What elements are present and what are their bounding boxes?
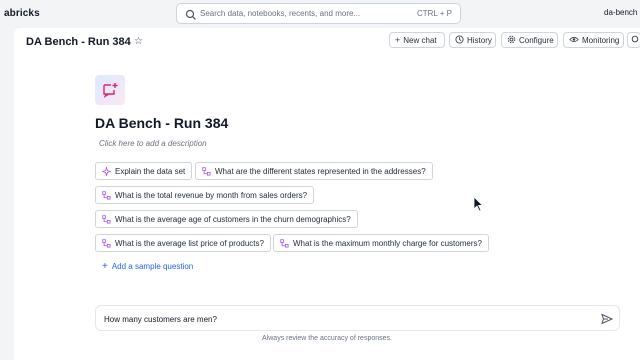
flow-icon — [102, 190, 111, 200]
new-chat-label: New chat — [403, 35, 437, 45]
sample-question-chip[interactable]: What are the different states represente… — [195, 162, 433, 180]
page-title: DA Bench - Run 384 — [26, 36, 131, 48]
sample-question-label: What is the total revenue by month from … — [115, 190, 308, 200]
flow-icon — [102, 214, 111, 224]
flow-icon — [102, 238, 111, 248]
sample-question-chip[interactable]: What is the average list price of produc… — [95, 234, 271, 252]
sample-question-chip[interactable]: What is the maximum monthly charge for c… — [273, 234, 489, 252]
configure-label: Configure — [519, 35, 554, 45]
search-shortcut: CTRL + P — [416, 9, 452, 18]
gear-icon — [507, 35, 516, 46]
send-icon[interactable] — [601, 312, 614, 330]
flow-icon — [280, 238, 289, 248]
chat-input[interactable]: How many customers are men? — [95, 305, 620, 331]
space-avatar — [95, 75, 125, 105]
sample-question-label: Explain the data set — [115, 166, 186, 176]
history-button[interactable]: History — [449, 32, 496, 48]
settings-icon — [631, 35, 639, 45]
search-icon — [185, 8, 197, 20]
plus-icon: + — [102, 260, 108, 272]
history-label: History — [467, 35, 492, 45]
sample-question-label: What is the maximum monthly charge for c… — [293, 238, 482, 248]
top-bar: abricks Search data, notebooks, recents,… — [0, 0, 640, 28]
sample-question-label: What is the average age of customers in … — [115, 214, 351, 224]
sample-question-chip[interactable]: Explain the data set — [95, 162, 193, 180]
description-placeholder[interactable]: Click here to add a description — [99, 139, 207, 148]
favorite-star-icon[interactable]: ☆ — [134, 36, 143, 47]
sample-question-label: What are the different states represente… — [215, 166, 426, 176]
mouse-pointer-icon — [473, 196, 484, 217]
disclaimer-text: Always review the accuracy of responses. — [262, 335, 392, 342]
main-content: DA Bench - Run 384 ☆ + New chat History … — [14, 28, 640, 360]
chat-input-value[interactable]: How many customers are men? — [104, 315, 217, 324]
history-icon — [455, 34, 464, 46]
workspace-switcher[interactable]: da-bench — [604, 8, 637, 17]
configure-button[interactable]: Configure — [501, 32, 558, 48]
add-sample-question-link[interactable]: + Add a sample question — [102, 260, 194, 272]
more-button[interactable] — [627, 32, 640, 48]
space-title: DA Bench - Run 384 — [95, 115, 229, 131]
search-placeholder: Search data, notebooks, recents, and mor… — [200, 9, 361, 18]
sample-question-label: What is the average list price of produc… — [115, 238, 264, 248]
flow-icon — [202, 166, 211, 176]
global-search[interactable]: Search data, notebooks, recents, and mor… — [176, 3, 461, 24]
plus-icon: + — [395, 34, 401, 45]
sample-question-chip[interactable]: What is the average age of customers in … — [95, 210, 358, 228]
new-chat-button[interactable]: + New chat — [389, 32, 445, 48]
sparkle-icon — [102, 166, 111, 176]
monitoring-label: Monitoring — [582, 35, 620, 45]
eye-icon — [569, 35, 579, 46]
sample-question-chip[interactable]: What is the total revenue by month from … — [95, 186, 315, 204]
monitoring-button[interactable]: Monitoring — [563, 32, 624, 48]
add-sample-question-label: Add a sample question — [111, 262, 194, 271]
brand-logo-text[interactable]: abricks — [4, 8, 40, 19]
chat-sparkle-icon — [103, 83, 118, 98]
